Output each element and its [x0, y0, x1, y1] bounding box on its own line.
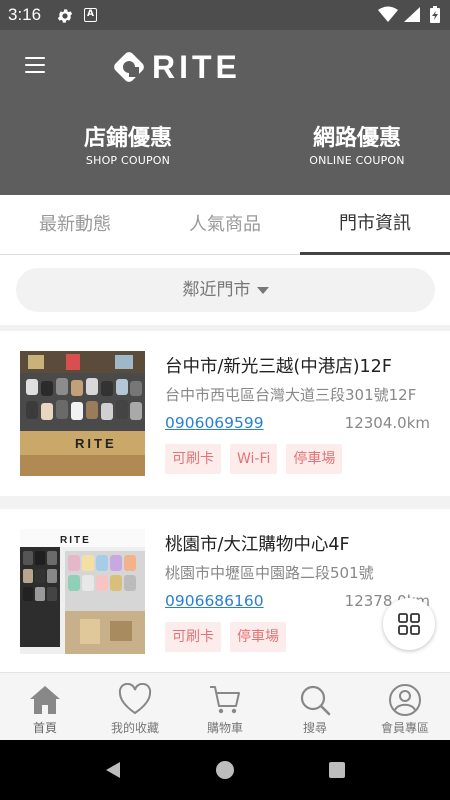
recent-apps-icon[interactable] [329, 762, 345, 778]
app-screen: 3:16 A RITE 店鋪優惠 SHOP COUPON 網路優惠 ONLINE… [0, 0, 450, 800]
status-time: 3:16 [8, 5, 42, 24]
store-address: 台中市西屯區台灣大道三段301號12F [165, 386, 417, 404]
online-coupon-button[interactable]: 網路優惠 ONLINE COUPON [287, 126, 427, 168]
nav-search-label: 搜尋 [302, 721, 327, 735]
menu-icon[interactable] [25, 57, 45, 75]
heart-icon [118, 683, 152, 715]
a-notification-icon: A [84, 8, 97, 22]
svg-text:RITE: RITE [60, 535, 91, 546]
shop-coupon-button[interactable]: 店鋪優惠 SHOP COUPON [58, 126, 198, 168]
store-distance: 12304.0km [344, 414, 430, 432]
store-name: 台中市/新光三越(中港店)12F [165, 357, 392, 377]
nav-member-label: 會員專區 [380, 721, 429, 735]
store-name: 桃園市/大江購物中心4F [165, 535, 350, 555]
signal-icon [404, 7, 420, 22]
nearby-stores-label: 鄰近門市 [182, 280, 251, 300]
content-tabs: 最新動態 人氣商品 門市資訊 [0, 195, 450, 255]
shop-coupon-title: 店鋪優惠 [83, 126, 172, 151]
app-header: RITE 店鋪優惠 SHOP COUPON 網路優惠 ONLINE COUPON [0, 30, 450, 195]
online-coupon-title: 網路優惠 [312, 126, 401, 151]
android-nav-bar [0, 740, 450, 800]
nav-cart[interactable]: 購物車 [180, 673, 270, 741]
store-photo: RITE [20, 529, 145, 654]
cart-icon [210, 686, 240, 714]
home-icon [30, 686, 60, 714]
store-tag: 停車場 [230, 622, 286, 652]
store-phone-link[interactable]: 0906069599 [165, 414, 264, 432]
tab-store-info[interactable]: 門市資訊 [300, 195, 450, 255]
gear-icon [57, 9, 73, 23]
status-bar: 3:16 A [0, 0, 450, 30]
store-tag: 可刷卡 [165, 444, 221, 474]
battery-charging-icon [430, 6, 440, 23]
nav-favorites-label: 我的收藏 [110, 721, 159, 735]
store-tag: Wi-Fi [230, 444, 278, 474]
nav-member[interactable]: 會員專區 [360, 673, 450, 741]
bottom-nav: 首頁 我的收藏 購物車 搜尋 會員專區 [0, 672, 450, 740]
home-button-icon[interactable] [216, 761, 234, 779]
online-coupon-subtitle: ONLINE COUPON [309, 154, 405, 167]
store-tag: 停車場 [286, 444, 343, 474]
filter-area: 鄰近門市 [0, 255, 450, 325]
svg-text:RITE: RITE [75, 436, 117, 451]
nav-home[interactable]: 首頁 [0, 673, 90, 741]
store-address: 桃園市中壢區中園路二段501號 [165, 564, 374, 582]
wifi-icon [378, 6, 398, 22]
logo-mark-icon [114, 52, 144, 82]
nearby-stores-dropdown[interactable]: 鄰近門市 [16, 268, 435, 312]
store-tag: 可刷卡 [165, 622, 221, 652]
status-icons [378, 6, 440, 23]
tab-popular-products[interactable]: 人氣商品 [150, 195, 300, 255]
store-tags: 可刷卡 停車場 [165, 622, 295, 652]
grid-icon [398, 613, 420, 635]
store-photo: RITE [20, 351, 145, 476]
search-icon [300, 685, 331, 716]
store-tags: 可刷卡 Wi-Fi 停車場 [165, 444, 351, 474]
brand-name: RITE [152, 48, 241, 85]
tab-latest-news[interactable]: 最新動態 [0, 195, 150, 255]
store-card[interactable]: RITE 台中市/新光三越(中港店)12F 台中市西屯區台灣大道三段301號12… [0, 331, 450, 496]
store-phone-link[interactable]: 0906686160 [165, 592, 264, 610]
nav-favorites[interactable]: 我的收藏 [90, 673, 180, 741]
nav-search[interactable]: 搜尋 [270, 673, 360, 741]
nav-cart-label: 購物車 [206, 721, 243, 735]
grid-view-button[interactable] [383, 598, 435, 650]
caret-down-icon [256, 286, 269, 294]
user-icon [389, 684, 421, 716]
shop-coupon-subtitle: SHOP COUPON [85, 154, 171, 167]
brand-logo: RITE [112, 47, 241, 87]
back-icon[interactable] [104, 761, 122, 779]
nav-home-label: 首頁 [32, 721, 57, 735]
